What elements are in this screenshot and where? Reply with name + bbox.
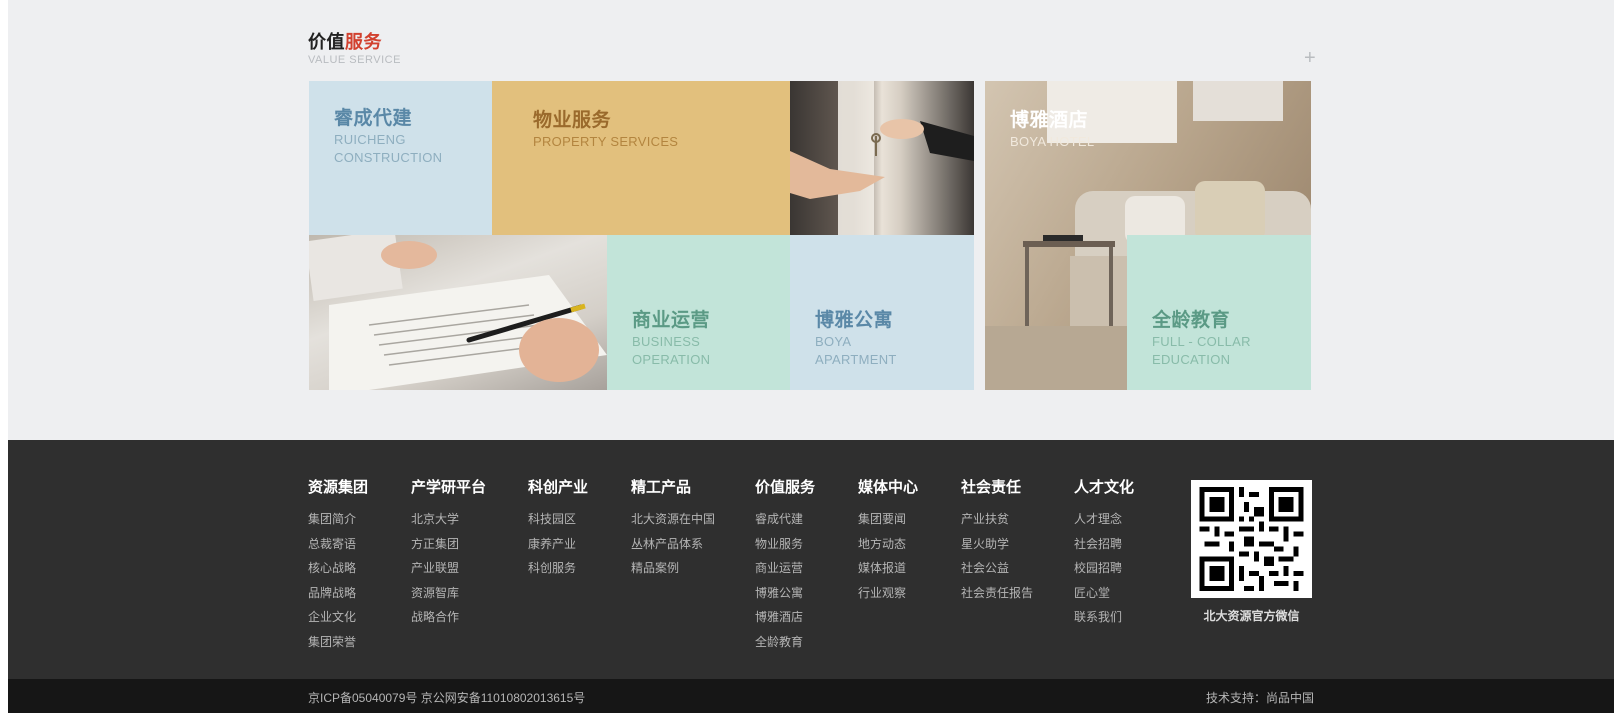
footer-column-heading[interactable]: 产学研平台 — [411, 476, 486, 497]
footer-link[interactable]: 人才理念 — [1074, 507, 1134, 532]
qr-caption: 北大资源官方微信 — [1203, 609, 1300, 623]
copyright-bar: 京ICP备05040079号 京公网安备11010802013615号 技术支持… — [8, 679, 1614, 713]
footer-link[interactable]: 匠心堂 — [1074, 581, 1134, 606]
footer-column-talent: 人才文化 人才理念 社会招聘 校园招聘 匠心堂 联系我们 — [1074, 476, 1134, 630]
tech-support-link[interactable]: 技术支持：尚品中国 — [1206, 689, 1314, 706]
section-title-accent: 服务 — [345, 32, 382, 52]
footer-link[interactable]: 博雅公寓 — [755, 581, 815, 606]
keys-photo-illustration — [790, 81, 974, 235]
footer-link[interactable]: 方正集团 — [411, 532, 486, 557]
footer-link[interactable]: 产业联盟 — [411, 556, 486, 581]
footer-column-heading[interactable]: 媒体中心 — [858, 476, 918, 497]
footer-link[interactable]: 集团简介 — [308, 507, 368, 532]
footer-column-heading[interactable]: 人才文化 — [1074, 476, 1134, 497]
footer-column-heading[interactable]: 精工产品 — [631, 476, 715, 497]
footer-link[interactable]: 地方动态 — [858, 532, 918, 557]
footer-link[interactable]: 品牌战略 — [308, 581, 368, 606]
keys-handover-photo — [790, 81, 974, 235]
footer-link[interactable]: 丛林产品体系 — [631, 532, 715, 557]
section-subtitle: VALUE SERVICE — [308, 54, 401, 66]
footer-link[interactable]: 星火助学 — [961, 532, 1033, 557]
tile-subtitle: PROPERTY SERVICES — [533, 134, 679, 149]
footer-link[interactable]: 集团荣誉 — [308, 630, 368, 655]
tile-ruicheng-construction[interactable]: 睿成代建 RUICHENG CONSTRUCTION — [309, 81, 492, 235]
tile-title: 博雅酒店 — [1010, 110, 1089, 131]
tile-subtitle: RUICHENG CONSTRUCTION — [334, 132, 443, 165]
tile-title: 商业运营 — [632, 310, 711, 331]
tile-boya-apartment[interactable]: 博雅公寓 BOYA APARTMENT — [790, 235, 974, 390]
footer-link[interactable]: 北京大学 — [411, 507, 486, 532]
footer-link[interactable]: 全龄教育 — [755, 630, 815, 655]
footer-column-group: 资源集团 集团简介 总裁寄语 核心战略 品牌战略 企业文化 集团荣誉 — [308, 476, 368, 654]
footer-column-heading[interactable]: 社会责任 — [961, 476, 1033, 497]
footer-link[interactable]: 科技园区 — [528, 507, 588, 532]
tile-title: 睿成代建 — [334, 108, 413, 129]
section-title-main: 价值 — [308, 32, 345, 52]
footer-link[interactable]: 商业运营 — [755, 556, 815, 581]
footer-column-heading[interactable]: 资源集团 — [308, 476, 368, 497]
tile-title: 物业服务 — [533, 110, 612, 131]
footer-link[interactable]: 社会责任报告 — [961, 581, 1033, 606]
footer-column-research: 产学研平台 北京大学 方正集团 产业联盟 资源智库 战略合作 — [411, 476, 486, 630]
footer-link[interactable]: 睿成代建 — [755, 507, 815, 532]
footer-link[interactable]: 企业文化 — [308, 605, 368, 630]
tile-title: 博雅公寓 — [815, 310, 894, 331]
footer-link[interactable]: 行业观察 — [858, 581, 918, 606]
qr-code-icon — [1199, 487, 1304, 591]
document-photo-illustration — [309, 235, 607, 390]
footer-link[interactable]: 校园招聘 — [1074, 556, 1134, 581]
tile-title: 全龄教育 — [1152, 310, 1231, 331]
footer-link[interactable]: 总裁寄语 — [308, 532, 368, 557]
tile-property-services[interactable]: 物业服务 PROPERTY SERVICES — [492, 81, 790, 235]
wechat-qr-code — [1191, 480, 1312, 598]
footer-column-services: 价值服务 睿成代建 物业服务 商业运营 博雅公寓 博雅酒店 全龄教育 — [755, 476, 815, 654]
footer-link[interactable]: 资源智库 — [411, 581, 486, 606]
footer-link[interactable]: 社会公益 — [961, 556, 1033, 581]
footer-column-responsibility: 社会责任 产业扶贫 星火助学 社会公益 社会责任报告 — [961, 476, 1033, 605]
icp-record[interactable]: 京ICP备05040079号 京公网安备11010802013615号 — [308, 689, 585, 706]
footer-link[interactable]: 媒体报道 — [858, 556, 918, 581]
footer-link[interactable]: 集团要闻 — [858, 507, 918, 532]
plus-icon[interactable]: + — [1304, 48, 1316, 68]
tile-subtitle: FULL - COLLAR EDUCATION — [1152, 334, 1251, 367]
tile-subtitle: BOYA HOTEL — [1010, 134, 1095, 149]
footer-link[interactable]: 社会招聘 — [1074, 532, 1134, 557]
footer-link[interactable]: 产业扶贫 — [961, 507, 1033, 532]
footer-column-heading[interactable]: 科创产业 — [528, 476, 588, 497]
footer-link[interactable]: 精品案例 — [631, 556, 715, 581]
tile-subtitle: BUSINESS OPERATION — [632, 334, 711, 367]
footer-link[interactable]: 物业服务 — [755, 532, 815, 557]
tile-full-age-education[interactable]: 全龄教育 FULL - COLLAR EDUCATION — [1127, 235, 1311, 390]
document-signing-photo — [309, 235, 607, 390]
tile-business-operation[interactable]: 商业运营 BUSINESS OPERATION — [607, 235, 790, 390]
footer-link[interactable]: 康养产业 — [528, 532, 588, 557]
footer-link[interactable]: 联系我们 — [1074, 605, 1134, 630]
footer-column-innovation: 科创产业 科技园区 康养产业 科创服务 — [528, 476, 588, 581]
footer-column-products: 精工产品 北大资源在中国 丛林产品体系 精品案例 — [631, 476, 715, 581]
footer-link[interactable]: 科创服务 — [528, 556, 588, 581]
page: 价值服务 VALUE SERVICE + 睿成代建 RUICHENG CONST… — [8, 0, 1614, 713]
footer-link[interactable]: 核心战略 — [308, 556, 368, 581]
site-footer: 资源集团 集团简介 总裁寄语 核心战略 品牌战略 企业文化 集团荣誉 产学研平台… — [8, 440, 1614, 679]
tile-subtitle: BOYA APARTMENT — [815, 334, 897, 367]
value-service-section: 价值服务 VALUE SERVICE + 睿成代建 RUICHENG CONST… — [8, 0, 1614, 440]
footer-link[interactable]: 战略合作 — [411, 605, 486, 630]
section-title: 价值服务 — [308, 28, 382, 54]
footer-link[interactable]: 博雅酒店 — [755, 605, 815, 630]
footer-column-heading[interactable]: 价值服务 — [755, 476, 815, 497]
footer-column-media: 媒体中心 集团要闻 地方动态 媒体报道 行业观察 — [858, 476, 918, 605]
footer-link[interactable]: 北大资源在中国 — [631, 507, 715, 532]
